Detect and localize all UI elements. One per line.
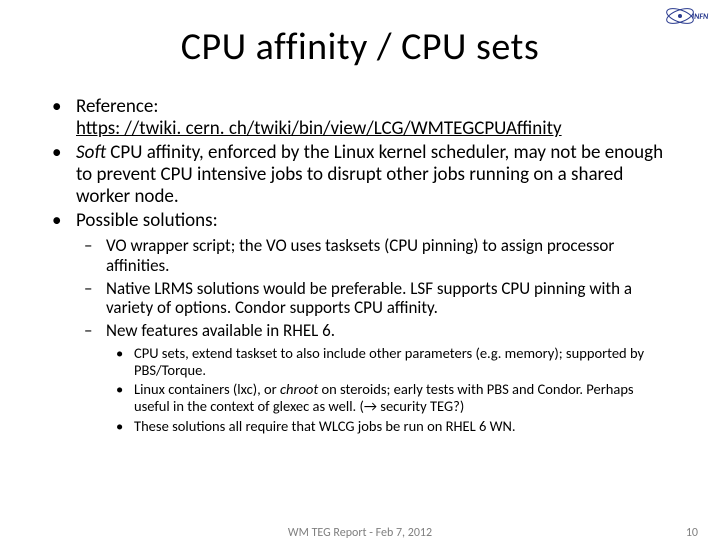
bullet-soft-affinity: Soft CPU affinity, enforced by the Linux… <box>48 142 672 208</box>
sub-sub-list: CPU sets, extend taskset to also include… <box>106 345 672 435</box>
footer-date: WM TEG Report - Feb 7, 2012 <box>0 526 720 540</box>
possible-solutions-label: Possible solutions: <box>76 209 218 232</box>
reference-link[interactable]: https: //twiki. cern. ch/twiki/bin/view/… <box>76 117 562 140</box>
subsub-require-rhel6: These solutions all require that WLCG jo… <box>106 418 672 435</box>
soft-italic: Soft <box>76 141 106 164</box>
svg-text:INFN: INFN <box>692 12 709 22</box>
page-number: 10 <box>686 526 698 540</box>
sub-vo-wrapper: VO wrapper script; the VO uses tasksets … <box>76 236 672 275</box>
soft-rest: CPU affinity, enforced by the Linux kern… <box>76 141 663 208</box>
sub-native-lrms: Native LRMS solutions would be preferabl… <box>76 279 672 318</box>
sub-list: VO wrapper script; the VO uses tasksets … <box>76 236 672 435</box>
rhel6-label: New features available in RHEL 6. <box>106 320 335 341</box>
bullet-reference: Reference: https: //twiki. cern. ch/twik… <box>48 96 672 140</box>
slide: INFN CPU affinity / CPU sets Reference: … <box>0 0 720 540</box>
subsub-lxc: Linux containers (lxc), or chroot on ste… <box>106 381 672 415</box>
subsub-cpusets: CPU sets, extend taskset to also include… <box>106 345 672 379</box>
sub-rhel6: New features available in RHEL 6. CPU se… <box>76 321 672 435</box>
reference-label: Reference: <box>76 95 158 118</box>
infn-logo: INFN <box>662 4 712 39</box>
bullet-possible-solutions: Possible solutions: VO wrapper script; t… <box>48 210 672 435</box>
slide-title: CPU affinity / CPU sets <box>48 24 672 70</box>
bullet-list: Reference: https: //twiki. cern. ch/twik… <box>48 96 672 435</box>
